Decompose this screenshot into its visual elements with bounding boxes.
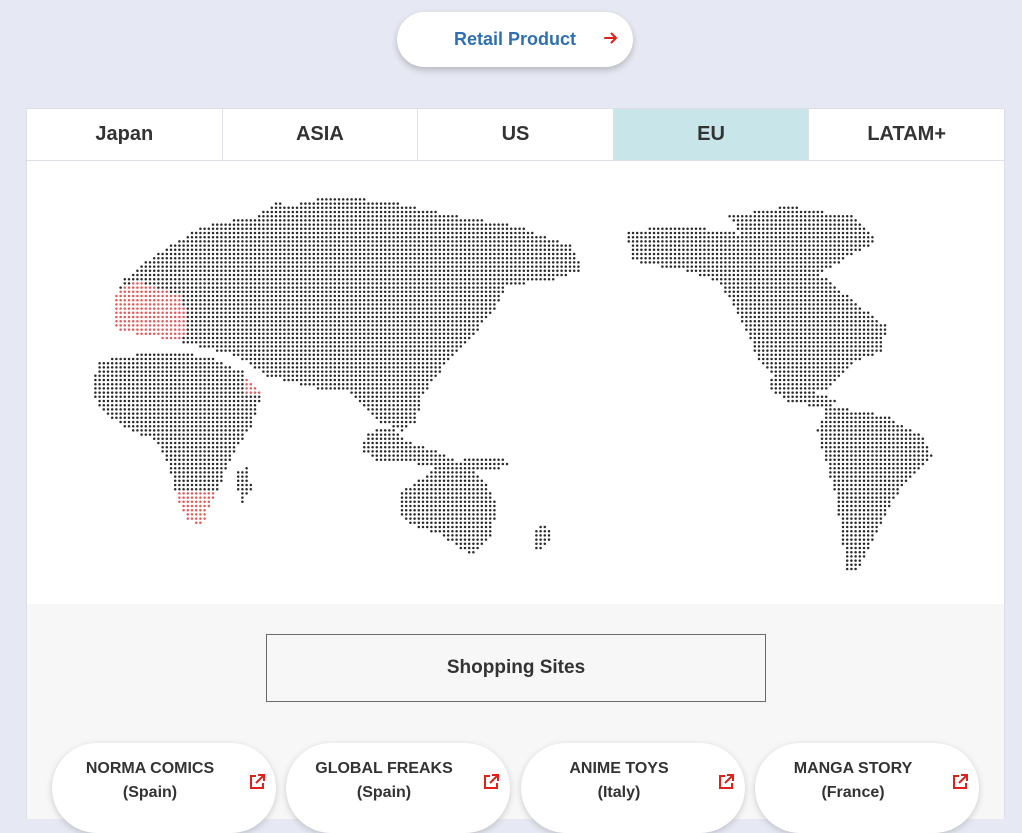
tab-asia[interactable]: ASIA (223, 109, 419, 160)
external-link-icon (953, 774, 968, 789)
site-country: (Spain) (122, 784, 178, 801)
site-name: GLOBAL FREAKS (315, 760, 453, 777)
tab-eu[interactable]: EU (613, 109, 810, 160)
tab-us[interactable]: US (418, 109, 614, 160)
tab-latam[interactable]: LATAM+ (809, 109, 1004, 160)
external-link-icon (484, 774, 499, 789)
arrow-right-icon (604, 32, 617, 44)
shopping-sites-section: Shopping Sites NORMA COMICS (Spain) GLOB… (27, 604, 1004, 833)
external-link-icon (250, 774, 265, 789)
site-name: MANGA STORY (793, 760, 913, 777)
world-map (27, 161, 1004, 605)
site-country: (France) (821, 784, 885, 801)
site-button-manga-story[interactable]: MANGA STORY (France) (755, 743, 979, 833)
region-panel: Japan ASIA US EU LATAM+ Shopping Sites N… (26, 108, 1005, 833)
site-button-global-freaks[interactable]: GLOBAL FREAKS (Spain) (286, 743, 510, 833)
shopping-sites-title: Shopping Sites (266, 634, 766, 702)
site-button-norma-comics[interactable]: NORMA COMICS (Spain) (52, 743, 276, 833)
external-link-icon (719, 774, 734, 789)
retail-product-label: Retail Product (453, 29, 577, 49)
site-name: ANIME TOYS (569, 760, 669, 777)
tab-japan[interactable]: Japan (27, 109, 223, 160)
dotted-world-map (94, 198, 933, 571)
retail-product-button[interactable]: Retail Product (397, 12, 633, 67)
site-country: (Italy) (597, 784, 641, 801)
region-tabs: Japan ASIA US EU LATAM+ (27, 109, 1004, 161)
site-name: NORMA COMICS (85, 760, 215, 777)
site-country: (Spain) (356, 784, 412, 801)
site-button-anime-toys[interactable]: ANIME TOYS (Italy) (521, 743, 745, 833)
